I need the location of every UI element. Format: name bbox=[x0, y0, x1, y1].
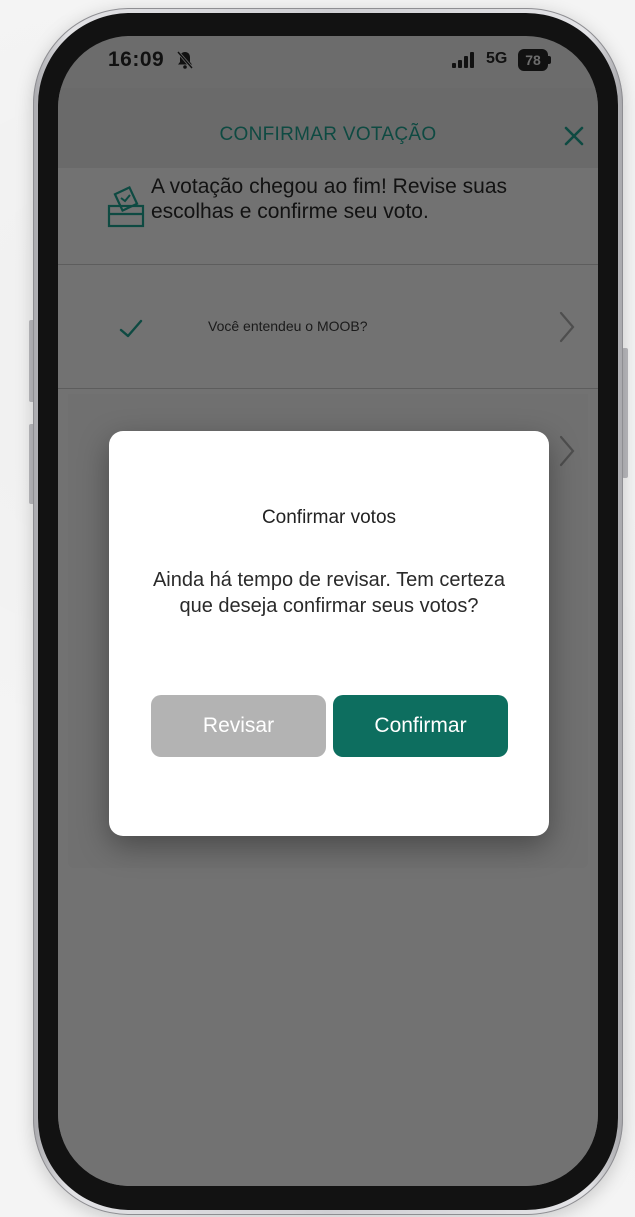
phone-screen: 16:09 5G 78 CONFIRMAR VOTAÇÃO A votação … bbox=[58, 36, 598, 1186]
status-time: 16:09 bbox=[108, 48, 165, 71]
check-icon bbox=[118, 318, 144, 345]
chevron-right-icon bbox=[558, 434, 576, 473]
dialog-title: Confirmar votos bbox=[261, 507, 397, 528]
info-message: A votação chegou ao fim! Revise suas esc… bbox=[151, 175, 508, 223]
confirm-dialog: Confirmar votos Ainda há tempo de revisa… bbox=[109, 431, 549, 836]
close-icon bbox=[564, 126, 584, 146]
battery-tip bbox=[548, 56, 551, 64]
signal-icon bbox=[452, 52, 480, 73]
dialog-message: Ainda há tempo de revisar. Tem certeza q… bbox=[152, 569, 506, 617]
review-button[interactable]: Revisar bbox=[151, 695, 326, 757]
bell-off-icon bbox=[175, 50, 195, 75]
question-label: Você entendeu o MOOB? bbox=[208, 318, 368, 334]
battery-indicator: 78 bbox=[518, 49, 548, 71]
chevron-right-icon bbox=[558, 310, 576, 349]
network-type: 5G bbox=[486, 50, 508, 67]
divider bbox=[58, 264, 598, 265]
confirm-button[interactable]: Confirmar bbox=[333, 695, 508, 757]
status-bar: 16:09 5G 78 bbox=[58, 36, 598, 88]
page-title: CONFIRMAR VOTAÇÃO bbox=[219, 124, 437, 145]
divider bbox=[58, 388, 598, 389]
ballot-box-icon bbox=[106, 186, 146, 235]
close-button[interactable] bbox=[560, 122, 588, 150]
